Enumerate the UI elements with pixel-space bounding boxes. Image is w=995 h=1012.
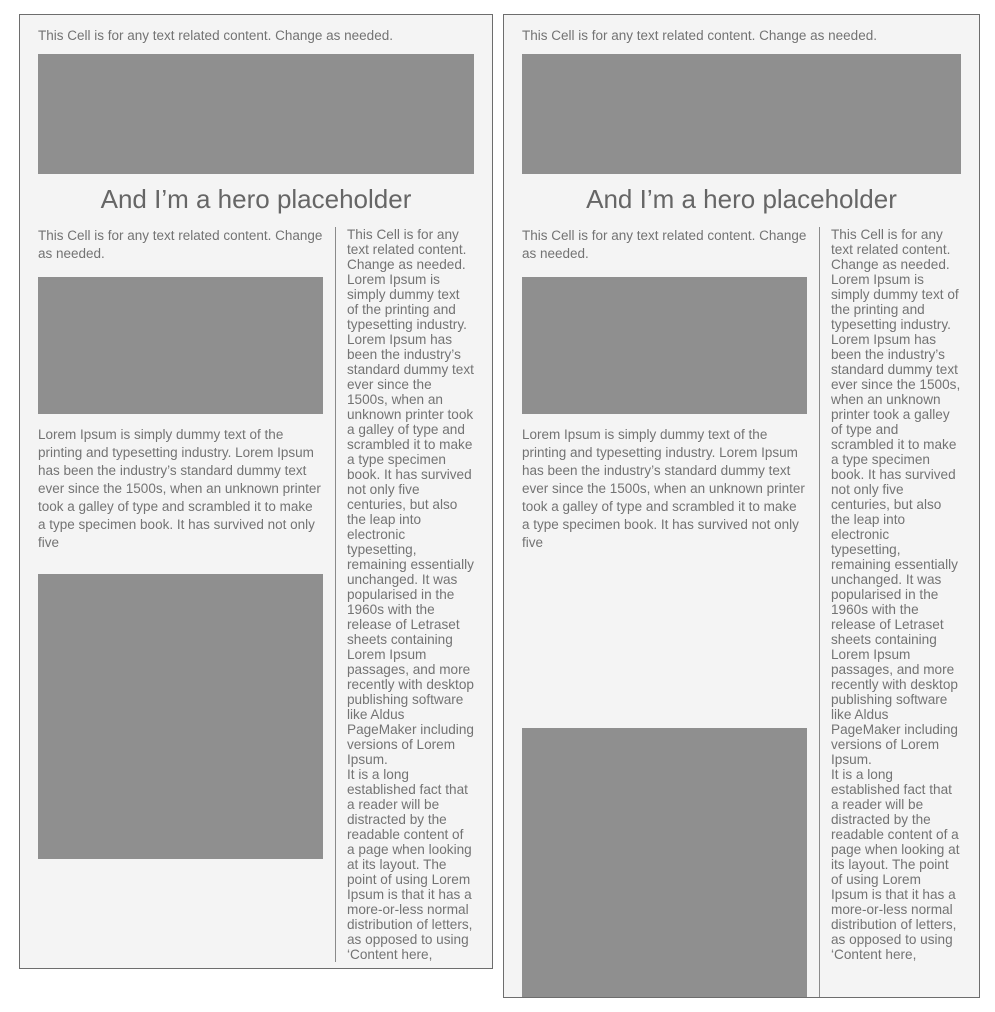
right-panel-top-lede: This Cell is for any text related conten… <box>522 28 877 43</box>
left-panel-main-lede: This Cell is for any text related conten… <box>38 228 323 261</box>
layout-preview-canvas: This Cell is for any text related conten… <box>0 0 995 1012</box>
left-panel-hero-title: And I’m a hero placeholder <box>100 184 412 214</box>
right-panel-rail-paragraph-1: This Cell is for any text related conten… <box>831 227 961 767</box>
right-panel-main-lede: This Cell is for any text related conten… <box>522 228 807 261</box>
left-panel-rail-paragraph-1: This Cell is for any text related conten… <box>347 227 474 767</box>
right-panel-hero-placeholder-image <box>522 54 961 174</box>
left-panel-columns: This Cell is for any text related conten… <box>38 227 474 962</box>
left-panel-lower-placeholder-image <box>38 574 323 859</box>
right-panel-hero-title: And I’m a hero placeholder <box>586 184 897 214</box>
left-panel[interactable]: This Cell is for any text related conten… <box>19 14 493 969</box>
right-panel-columns: This Cell is for any text related conten… <box>522 227 961 997</box>
left-panel-content: This Cell is for any text related conten… <box>20 15 492 968</box>
left-panel-main-body: Lorem Ipsum is simply dummy text of the … <box>38 427 321 550</box>
left-panel-hero-placeholder-image <box>38 54 474 174</box>
right-panel-rail-column: This Cell is for any text related conten… <box>819 227 961 997</box>
left-panel-top-lede: This Cell is for any text related conten… <box>38 28 393 43</box>
right-panel-lower-placeholder-image <box>522 728 807 997</box>
right-panel-content: This Cell is for any text related conten… <box>504 15 979 997</box>
right-panel-main-body: Lorem Ipsum is simply dummy text of the … <box>522 427 805 550</box>
right-panel-main-column: This Cell is for any text related conten… <box>522 227 819 997</box>
right-panel[interactable]: This Cell is for any text related conten… <box>503 14 980 998</box>
right-panel-mid-placeholder-image <box>522 277 807 414</box>
left-panel-rail-column: This Cell is for any text related conten… <box>335 227 474 962</box>
left-panel-mid-placeholder-image <box>38 277 323 414</box>
left-panel-rail-paragraph-2: It is a long established fact that a rea… <box>347 767 473 962</box>
right-panel-rail-paragraph-2: It is a long established fact that a rea… <box>831 767 960 962</box>
left-panel-main-column: This Cell is for any text related conten… <box>38 227 335 962</box>
